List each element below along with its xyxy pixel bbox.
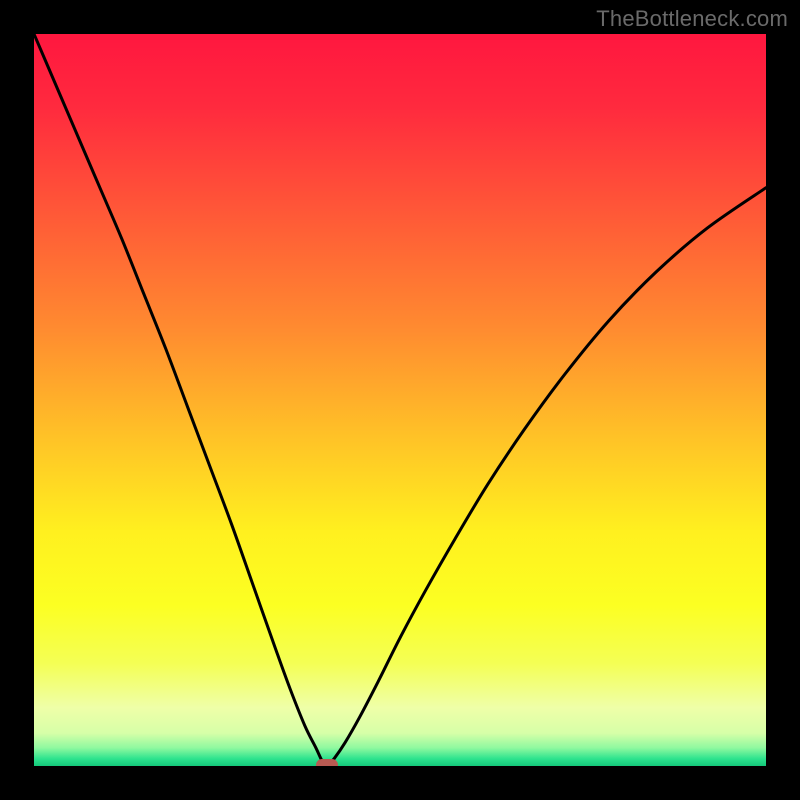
minimum-marker [316,759,338,766]
curve-right-branch [328,188,766,765]
chart-frame: TheBottleneck.com [0,0,800,800]
bottleneck-curve [34,34,766,766]
watermark-label: TheBottleneck.com [596,6,788,32]
plot-area [34,34,766,766]
curve-left-branch [34,34,325,765]
